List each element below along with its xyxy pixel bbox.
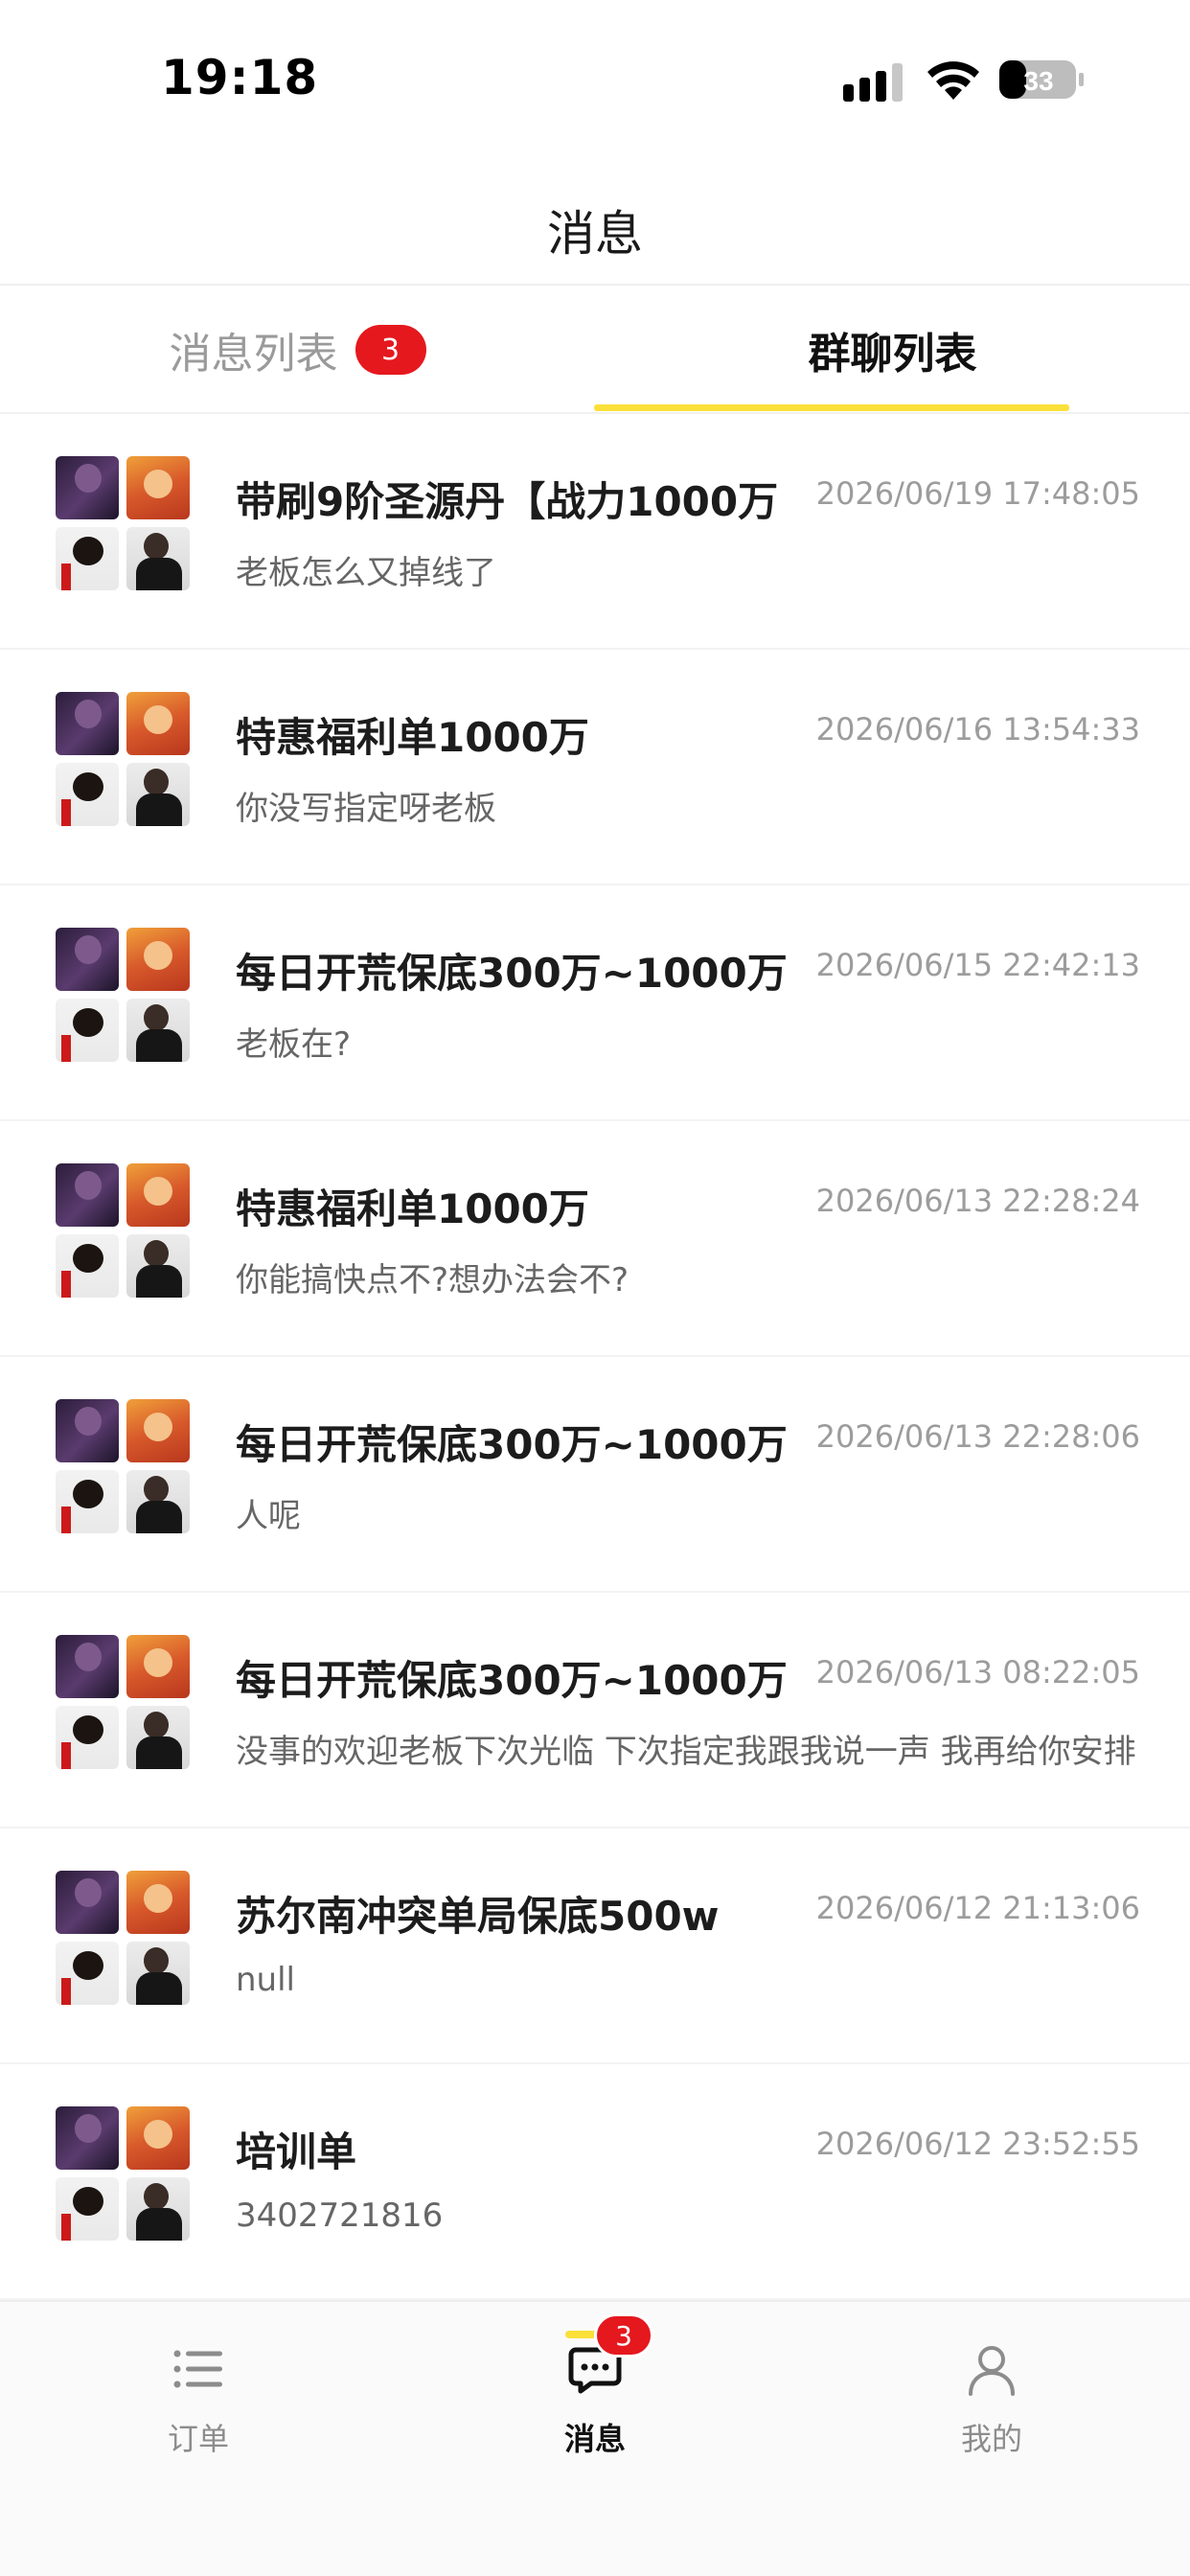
active-tab-indicator <box>594 404 1069 411</box>
member-avatar <box>126 1706 190 1769</box>
tab-message-list[interactable]: 消息列表 3 <box>0 286 595 414</box>
tab-label: 群聊列表 <box>808 330 977 379</box>
group-avatar <box>56 456 192 592</box>
last-message-preview: 你没写指定呀老板 <box>236 790 496 828</box>
chat-timestamp: 2026/06/15 22:42:13 <box>815 947 1140 983</box>
chat-title: 带刷9阶圣源丹【战力1000万 <box>236 478 779 525</box>
member-avatar <box>126 527 190 590</box>
group-avatar <box>56 1399 192 1535</box>
member-avatar <box>56 1399 119 1462</box>
nav-label: 我的 <box>960 2421 1022 2457</box>
chat-title: 每日开荒保底300万~1000万 <box>236 1657 788 1704</box>
tab-group-chat-list[interactable]: 群聊列表 <box>595 286 1190 414</box>
page-title: 消息 <box>547 206 643 262</box>
list-icon <box>173 2350 222 2388</box>
chat-timestamp: 2026/06/13 22:28:24 <box>815 1183 1140 1219</box>
status-bar: 19:18 33 <box>0 0 1190 153</box>
chat-timestamp: 2026/06/12 23:52:55 <box>815 2126 1140 2162</box>
chat-title: 特惠福利单1000万 <box>236 1185 589 1232</box>
member-avatar <box>126 928 190 991</box>
member-avatar <box>56 1942 119 2005</box>
member-avatar <box>56 456 119 519</box>
chat-timestamp: 2026/06/13 08:22:05 <box>815 1654 1140 1690</box>
group-avatar <box>56 2106 192 2242</box>
member-avatar <box>56 1871 119 1934</box>
member-avatar <box>56 999 119 1062</box>
member-avatar <box>56 527 119 590</box>
nav-messages[interactable]: 3 消息 <box>397 2302 793 2513</box>
chat-title: 特惠福利单1000万 <box>236 714 589 761</box>
member-avatar <box>56 1163 119 1227</box>
last-message-preview: 3402721816 <box>236 2196 444 2235</box>
last-message-preview: 老板在? <box>236 1025 352 1064</box>
battery-level: 33 <box>1023 66 1053 96</box>
chat-timestamp: 2026/06/13 22:28:06 <box>815 1418 1140 1455</box>
chat-title: 每日开荒保底300万~1000万 <box>236 950 788 997</box>
chat-title: 每日开荒保底300万~1000万 <box>236 1421 788 1468</box>
last-message-preview: null <box>236 1961 295 1999</box>
list-item[interactable]: 特惠福利单1000万 2026/06/16 13:54:33 你没写指定呀老板 <box>0 650 1190 886</box>
battery-icon: 33 <box>998 58 1085 102</box>
member-avatar <box>56 1470 119 1533</box>
cellular-signal-icon <box>843 63 903 102</box>
member-avatar <box>126 1470 190 1533</box>
tab-bar: 消息列表 3 群聊列表 <box>0 286 1190 414</box>
member-avatar <box>126 1234 190 1298</box>
list-item[interactable]: 特惠福利单1000万 2026/06/13 22:28:24 你能搞快点不?想办… <box>0 1121 1190 1357</box>
member-avatar <box>56 1234 119 1298</box>
list-item[interactable]: 培训单 2026/06/12 23:52:55 3402721816 <box>0 2064 1190 2300</box>
list-item[interactable]: 苏尔南冲突单局保底500w 2026/06/12 21:13:06 null <box>0 1828 1190 2064</box>
nav-unread-badge: 3 <box>594 2313 653 2358</box>
status-time: 19:18 <box>161 50 319 105</box>
nav-orders[interactable]: 订单 <box>0 2302 397 2513</box>
group-avatar <box>56 1635 192 1771</box>
chat-timestamp: 2026/06/16 13:54:33 <box>815 711 1140 748</box>
chat-title: 培训单 <box>236 2128 357 2175</box>
chat-timestamp: 2026/06/12 21:13:06 <box>815 1890 1140 1926</box>
group-avatar <box>56 1163 192 1300</box>
list-item[interactable]: 带刷9阶圣源丹【战力1000万 2026/06/19 17:48:05 老板怎么… <box>0 414 1190 650</box>
group-avatar <box>56 928 192 1064</box>
member-avatar <box>126 2106 190 2170</box>
nav-label: 订单 <box>167 2421 229 2457</box>
member-avatar <box>126 1871 190 1934</box>
group-avatar <box>56 1871 192 2007</box>
member-avatar <box>56 1706 119 1769</box>
bottom-nav: 订单 3 消息 我的 <box>0 2300 1190 2576</box>
last-message-preview: 老板怎么又掉线了 <box>236 554 496 592</box>
last-message-preview: 没事的欢迎老板下次光临 下次指定我跟我说一声 我再给你安排 <box>236 1733 1136 1771</box>
member-avatar <box>56 763 119 826</box>
tab-label: 消息列表 <box>169 330 338 379</box>
nav-mine[interactable]: 我的 <box>793 2302 1190 2513</box>
group-avatar <box>56 692 192 828</box>
wifi-icon <box>927 61 979 100</box>
list-item[interactable]: 每日开荒保底300万~1000万 2026/06/15 22:42:13 老板在… <box>0 886 1190 1121</box>
member-avatar <box>126 2177 190 2241</box>
unread-badge: 3 <box>355 325 426 375</box>
member-avatar <box>126 1399 190 1462</box>
member-avatar <box>56 2106 119 2170</box>
member-avatar <box>126 692 190 755</box>
list-item[interactable]: 每日开荒保底300万~1000万 2026/06/13 22:28:06 人呢 <box>0 1357 1190 1593</box>
member-avatar <box>126 1163 190 1227</box>
group-chat-list: 带刷9阶圣源丹【战力1000万 2026/06/19 17:48:05 老板怎么… <box>0 414 1190 2300</box>
member-avatar <box>126 1942 190 2005</box>
list-item[interactable]: 每日开荒保底300万~1000万 2026/06/13 08:22:05 没事的… <box>0 1593 1190 1828</box>
member-avatar <box>126 456 190 519</box>
chat-timestamp: 2026/06/19 17:48:05 <box>815 475 1140 512</box>
member-avatar <box>56 928 119 991</box>
member-avatar <box>126 763 190 826</box>
header: 消息 <box>0 153 1190 286</box>
nav-label: 消息 <box>563 2421 626 2457</box>
last-message-preview: 人呢 <box>236 1497 301 1535</box>
chat-title: 苏尔南冲突单局保底500w <box>236 1893 720 1940</box>
member-avatar <box>126 1635 190 1698</box>
user-icon <box>969 2346 1015 2396</box>
member-avatar <box>126 999 190 1062</box>
last-message-preview: 你能搞快点不?想办法会不? <box>236 1261 629 1300</box>
member-avatar <box>56 692 119 755</box>
member-avatar <box>56 2177 119 2241</box>
member-avatar <box>56 1635 119 1698</box>
